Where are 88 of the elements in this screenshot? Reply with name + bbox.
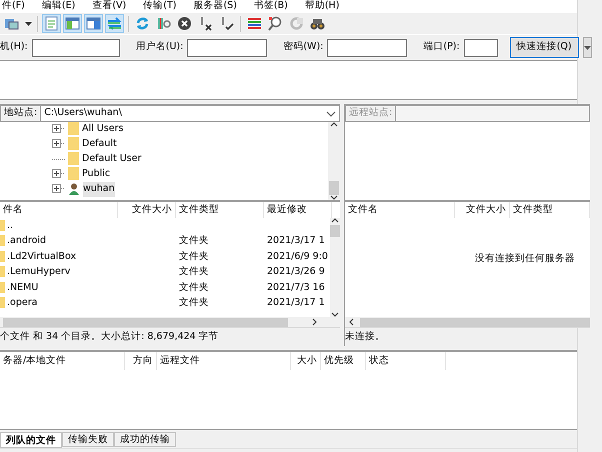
site-label: 远程站点: (345, 105, 396, 122)
tree-item[interactable]: Public (82, 167, 110, 182)
file-name: .android (7, 234, 46, 248)
scroll-left-icon[interactable] (348, 318, 354, 326)
tab[interactable]: 列队的文件 (0, 432, 62, 448)
reconnect-icon (219, 16, 234, 31)
column-header[interactable]: 优先级 (321, 352, 366, 370)
file-name: .Ld2VirtualBox (7, 250, 76, 264)
menu-item[interactable]: 书签(B) (252, 0, 290, 14)
cancel-icon (177, 16, 192, 31)
file-type: 文件夹 (179, 235, 209, 246)
scroll-down-icon[interactable] (331, 312, 339, 317)
input-field[interactable] (32, 38, 120, 56)
menu-item[interactable]: 查看(V) (90, 0, 128, 14)
filter-icon (247, 16, 262, 31)
scroll-up-icon[interactable] (331, 218, 339, 223)
menu-item[interactable]: 编辑(E) (40, 0, 78, 14)
modified-date: 2021/7/3 16 (267, 282, 325, 293)
field-label: 机(H): (0, 40, 28, 54)
file-type: 文件夹 (179, 282, 209, 293)
column-header[interactable]: 远程文件 (157, 352, 291, 370)
cancel-button[interactable] (175, 14, 194, 33)
tree-item[interactable]: wuhan (83, 182, 115, 197)
modified-date: 2021/3/26 9 (267, 266, 325, 278)
folder-icon (68, 167, 79, 182)
panel-left-button[interactable] (63, 14, 82, 33)
transfer-arrows-button[interactable] (105, 14, 124, 33)
panel-right-button[interactable] (84, 14, 103, 33)
input-field[interactable] (327, 38, 408, 56)
input-field[interactable] (187, 38, 268, 56)
folder-icon (68, 137, 79, 152)
panel-left-icon (65, 16, 80, 31)
field-label: 密码(W): (283, 40, 324, 54)
user-icon (68, 182, 80, 197)
file-type: 文件夹 (179, 266, 209, 278)
tab[interactable]: 传输失败 (62, 432, 114, 447)
modified-date: 2021/3/17 1 (267, 297, 325, 308)
disconnect-icon (198, 16, 213, 31)
empty-message: 没有连接到任何服务器 (475, 252, 575, 264)
folder-icon (68, 152, 79, 167)
path-dropdown[interactable] (396, 105, 590, 122)
status-text: 未连接。 (345, 330, 385, 344)
document-icon (44, 16, 59, 31)
scrollbar-thumb[interactable] (329, 181, 339, 195)
field-label: 端口(P): (423, 40, 460, 54)
search-icon (268, 16, 283, 31)
caret-icon (24, 22, 32, 26)
menu-item[interactable]: 帮助(H) (302, 0, 342, 14)
column-header[interactable]: 状态 (366, 352, 446, 370)
scrollbar-thumb[interactable] (3, 318, 288, 326)
input-field[interactable] (464, 38, 498, 56)
tree-item[interactable]: Default (82, 137, 117, 152)
tree-item[interactable]: All Users (82, 122, 124, 137)
scrollbar-thumb[interactable] (330, 225, 340, 237)
refresh-icon (135, 16, 150, 31)
tab[interactable]: 成功的传输 (114, 432, 176, 447)
path-dropdown[interactable]: C:\Users\wuhan\ (41, 105, 340, 122)
site-label: 地站点: (0, 105, 42, 122)
binoculars-icon (310, 16, 325, 31)
menu-item[interactable]: 传输(T) (141, 0, 178, 14)
file-name: .. (7, 218, 14, 233)
file-name: .LemuHyperv (7, 265, 70, 280)
document-button[interactable] (42, 14, 61, 33)
chevron-icon (326, 110, 336, 116)
folder-icon (68, 122, 79, 137)
menu-item[interactable]: 件(F) (0, 0, 27, 14)
dropdown-button[interactable] (582, 37, 592, 58)
file-type: 文件夹 (179, 297, 209, 308)
modified-date: 2021/6/9 9:0 (267, 250, 328, 262)
status-text: 个文件 和 34 个目录。大小总计: 8,679,424 字节 (0, 330, 219, 344)
scroll-right-icon[interactable] (312, 318, 318, 326)
file-name: .opera (7, 296, 38, 310)
scroll-down-icon[interactable] (330, 195, 338, 200)
caret-icon (584, 46, 591, 50)
file-type: 文件夹 (179, 250, 209, 262)
column-header[interactable]: 方向 (125, 352, 157, 370)
modified-date: 2021/3/17 1 (267, 235, 325, 246)
column-header[interactable]: 务器/本地文件 (0, 352, 125, 370)
transfer-arrows-icon (107, 16, 122, 31)
panel-right-icon (86, 16, 101, 31)
file-name: .NEMU (7, 280, 38, 295)
quickconnect-button[interactable]: 快速连接(Q) (510, 37, 579, 58)
field-label: 用户名(U): (136, 40, 184, 54)
tree-item[interactable]: Default User (82, 152, 142, 167)
scroll-up-icon[interactable] (330, 122, 338, 127)
scrollbar-thumb[interactable] (360, 318, 590, 326)
menu-item[interactable]: 服务器(S) (191, 0, 239, 14)
column-header[interactable]: 大小 (291, 352, 321, 370)
